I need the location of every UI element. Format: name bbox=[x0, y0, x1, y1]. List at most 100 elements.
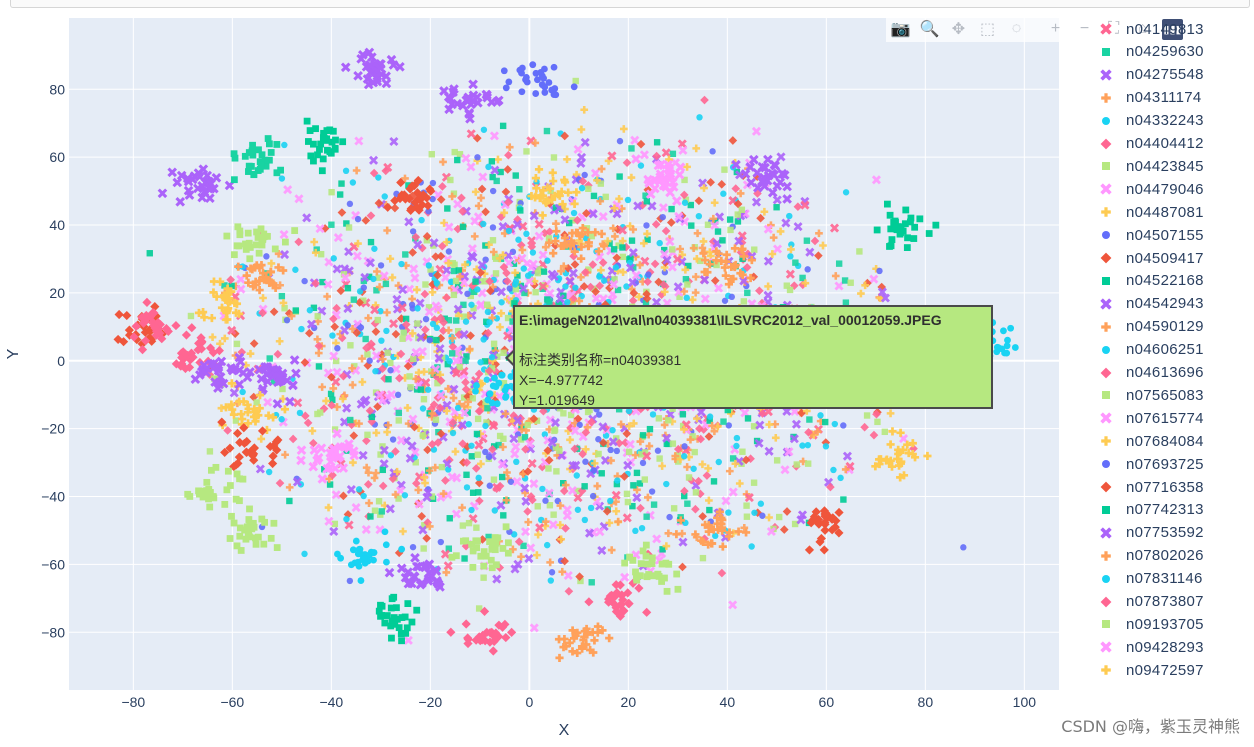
legend-marker[interactable] bbox=[1101, 550, 1111, 561]
data-point[interactable] bbox=[399, 335, 406, 342]
data-point[interactable] bbox=[444, 205, 451, 212]
data-point[interactable] bbox=[451, 148, 458, 156]
data-point[interactable] bbox=[491, 374, 498, 382]
data-point[interactable] bbox=[873, 226, 881, 234]
data-point[interactable] bbox=[404, 600, 412, 608]
data-point[interactable] bbox=[792, 259, 799, 266]
data-point[interactable] bbox=[233, 470, 241, 478]
data-point[interactable] bbox=[469, 563, 477, 571]
data-point[interactable] bbox=[499, 122, 507, 130]
camera-icon[interactable]: 📷 bbox=[886, 16, 915, 42]
data-point[interactable] bbox=[520, 265, 527, 272]
data-point[interactable] bbox=[602, 193, 609, 201]
data-point[interactable] bbox=[234, 223, 242, 231]
data-point[interactable] bbox=[642, 541, 650, 549]
data-point[interactable] bbox=[715, 458, 722, 466]
data-point[interactable] bbox=[480, 574, 487, 581]
data-point[interactable] bbox=[505, 539, 512, 547]
data-point[interactable] bbox=[271, 245, 279, 253]
data-point[interactable] bbox=[728, 293, 736, 301]
data-point[interactable] bbox=[817, 412, 824, 419]
data-point[interactable] bbox=[354, 215, 362, 223]
data-point[interactable] bbox=[362, 335, 369, 343]
data-point[interactable] bbox=[228, 512, 235, 520]
data-point[interactable] bbox=[286, 497, 293, 505]
data-point[interactable] bbox=[532, 289, 539, 296]
data-point[interactable] bbox=[382, 280, 390, 288]
data-point[interactable] bbox=[783, 282, 790, 289]
data-point[interactable] bbox=[502, 393, 510, 400]
data-point[interactable] bbox=[570, 83, 578, 91]
data-point[interactable] bbox=[637, 560, 645, 568]
data-point[interactable] bbox=[925, 230, 933, 237]
data-point[interactable] bbox=[725, 509, 732, 516]
data-point[interactable] bbox=[385, 376, 392, 383]
zoom-icon[interactable]: 🔍 bbox=[915, 16, 944, 42]
legend-item[interactable]: n04332243 bbox=[1094, 110, 1250, 132]
legend-item[interactable]: n04542943 bbox=[1094, 293, 1250, 315]
data-point[interactable] bbox=[663, 480, 670, 488]
data-point[interactable] bbox=[377, 308, 384, 315]
data-point[interactable] bbox=[720, 190, 727, 197]
data-point[interactable] bbox=[886, 243, 893, 250]
data-point[interactable] bbox=[696, 114, 703, 121]
data-point[interactable] bbox=[623, 490, 631, 498]
data-point[interactable] bbox=[368, 413, 376, 421]
data-point[interactable] bbox=[489, 187, 497, 195]
data-point[interactable] bbox=[429, 320, 437, 328]
data-point[interactable] bbox=[544, 257, 551, 264]
data-point[interactable] bbox=[691, 448, 698, 456]
data-point[interactable] bbox=[582, 458, 589, 465]
data-point[interactable] bbox=[273, 544, 281, 551]
data-point[interactable] bbox=[203, 478, 211, 486]
data-point[interactable] bbox=[418, 216, 425, 224]
data-point[interactable] bbox=[648, 488, 656, 495]
data-point[interactable] bbox=[903, 244, 911, 251]
data-point[interactable] bbox=[684, 500, 691, 507]
data-point[interactable] bbox=[773, 204, 780, 211]
data-point[interactable] bbox=[370, 549, 378, 556]
data-point[interactable] bbox=[759, 512, 766, 519]
data-point[interactable] bbox=[684, 281, 691, 288]
data-point[interactable] bbox=[529, 61, 537, 69]
data-point[interactable] bbox=[787, 253, 794, 260]
data-point[interactable] bbox=[419, 405, 427, 412]
data-point[interactable] bbox=[233, 340, 241, 348]
data-point[interactable] bbox=[346, 577, 354, 585]
data-point[interactable] bbox=[463, 484, 471, 491]
data-point[interactable] bbox=[468, 506, 475, 514]
data-point[interactable] bbox=[550, 91, 558, 98]
data-point[interactable] bbox=[714, 228, 722, 235]
data-point[interactable] bbox=[496, 432, 504, 440]
legend-marker[interactable] bbox=[1102, 345, 1110, 354]
data-point[interactable] bbox=[452, 277, 460, 285]
data-point[interactable] bbox=[375, 498, 383, 505]
data-point[interactable] bbox=[462, 357, 469, 364]
data-point[interactable] bbox=[485, 163, 492, 171]
data-point[interactable] bbox=[388, 634, 395, 642]
data-point[interactable] bbox=[328, 221, 335, 228]
data-point[interactable] bbox=[233, 542, 241, 550]
data-point[interactable] bbox=[806, 416, 813, 423]
data-point[interactable] bbox=[327, 149, 335, 157]
data-point[interactable] bbox=[738, 206, 746, 213]
data-point[interactable] bbox=[661, 574, 668, 582]
data-point[interactable] bbox=[719, 237, 726, 244]
data-point[interactable] bbox=[883, 200, 891, 208]
data-point[interactable] bbox=[477, 359, 484, 366]
data-point[interactable] bbox=[665, 417, 672, 424]
data-point[interactable] bbox=[233, 242, 241, 250]
data-point[interactable] bbox=[370, 275, 377, 283]
data-point[interactable] bbox=[355, 486, 363, 493]
data-point[interactable] bbox=[257, 161, 265, 169]
data-point[interactable] bbox=[247, 162, 255, 170]
data-point[interactable] bbox=[757, 500, 765, 507]
data-point[interactable] bbox=[609, 426, 616, 434]
data-point[interactable] bbox=[409, 543, 417, 551]
data-point[interactable] bbox=[960, 544, 967, 551]
data-point[interactable] bbox=[663, 587, 671, 595]
data-point[interactable] bbox=[1003, 349, 1011, 357]
legend-marker[interactable] bbox=[1102, 391, 1110, 400]
data-point[interactable] bbox=[669, 246, 676, 253]
data-point[interactable] bbox=[560, 410, 567, 417]
